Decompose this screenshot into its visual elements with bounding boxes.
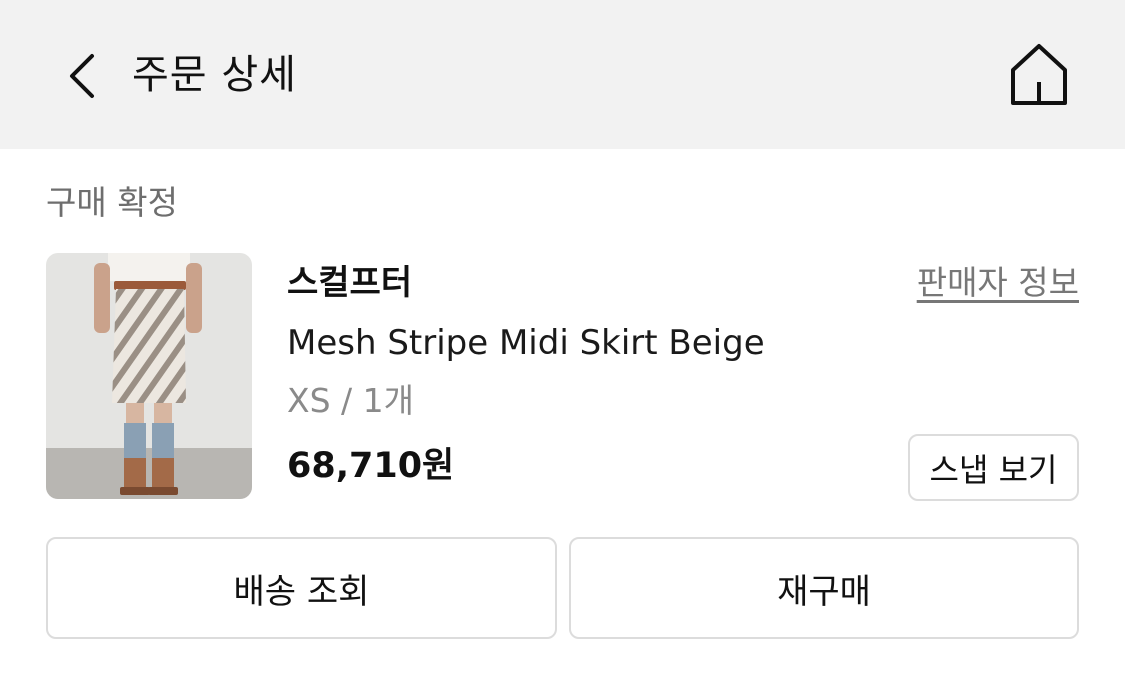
- app-header: 주문 상세: [0, 0, 1125, 149]
- seller-info-link[interactable]: 판매자 정보: [917, 258, 1079, 308]
- product-option: XS / 1개: [287, 381, 415, 420]
- page-title: 주문 상세: [132, 52, 297, 98]
- home-icon: [1011, 44, 1067, 105]
- snap-view-button[interactable]: 스냅 보기: [908, 434, 1079, 501]
- home-button[interactable]: [1006, 40, 1072, 110]
- product-photo: [46, 253, 252, 499]
- product-name[interactable]: Mesh Stripe Midi Skirt Beige: [287, 318, 765, 368]
- reorder-button[interactable]: 재구매: [569, 537, 1079, 639]
- product-image[interactable]: [46, 253, 252, 499]
- track-delivery-button[interactable]: 배송 조회: [46, 537, 557, 639]
- chevron-left-icon: [70, 54, 94, 98]
- product-price: 68,710원: [287, 446, 455, 486]
- brand-name: 스컬프터: [287, 263, 413, 303]
- order-status: 구매 확정: [46, 183, 178, 222]
- back-button[interactable]: [58, 48, 108, 104]
